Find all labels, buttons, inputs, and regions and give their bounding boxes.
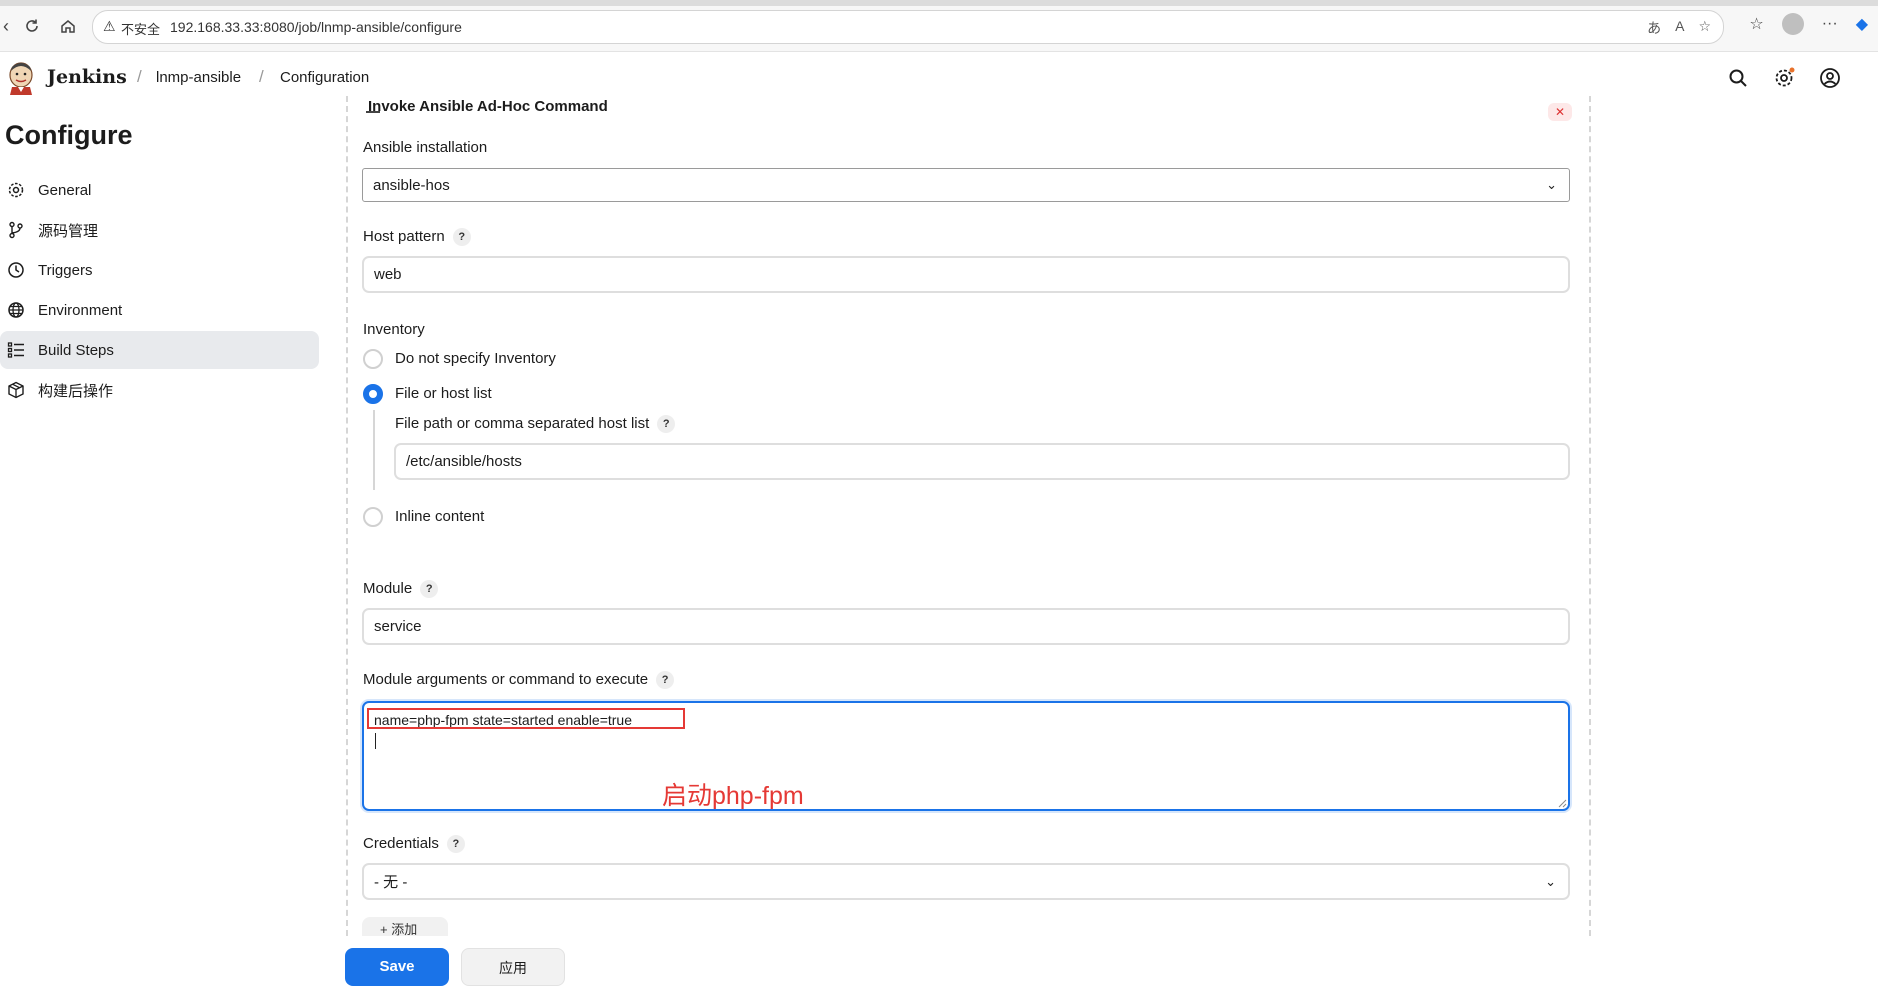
address-bar[interactable]: ⚠ 不安全 192.168.33.33:8080/job/lnmp-ansibl… bbox=[92, 10, 1724, 44]
sidebar-item-general[interactable]: General bbox=[0, 171, 319, 209]
home-icon[interactable] bbox=[56, 14, 80, 38]
page-title: Configure bbox=[5, 120, 133, 150]
save-button[interactable]: Save bbox=[345, 948, 449, 986]
host-pattern-label-text: Host pattern bbox=[363, 228, 445, 245]
ansible-installation-select[interactable]: ansible-hos ⌄ bbox=[362, 168, 1570, 202]
credentials-select[interactable]: - 无 - ⌄ bbox=[362, 863, 1570, 900]
host-pattern-label: Host pattern? bbox=[363, 228, 471, 247]
help-icon[interactable]: ? bbox=[657, 415, 676, 434]
favorites-icon[interactable]: ☆ bbox=[1749, 14, 1763, 34]
inventory-radio-none[interactable] bbox=[363, 349, 383, 369]
gear-icon bbox=[6, 180, 26, 200]
manage-gear-icon[interactable] bbox=[1772, 66, 1796, 90]
browser-toolbar: ‹ ⚠ 不安全 192.168.33.33:8080/job/lnmp-ansi… bbox=[0, 0, 1878, 52]
help-icon[interactable]: ? bbox=[420, 580, 439, 599]
search-icon[interactable] bbox=[1726, 66, 1750, 90]
breadcrumb-separator: / bbox=[259, 67, 264, 86]
breadcrumb-separator: / bbox=[137, 67, 142, 86]
module-args-label-text: Module arguments or command to execute bbox=[363, 671, 649, 688]
copilot-icon[interactable]: ◆ bbox=[1856, 14, 1868, 34]
jenkins-brand[interactable]: Jenkins bbox=[47, 66, 127, 88]
module-label-text: Module bbox=[363, 580, 413, 597]
sidebar-item-post-build[interactable]: 构建后操作 bbox=[0, 371, 319, 409]
file-path-label: File path or comma separated host list? bbox=[395, 415, 676, 434]
text-caret bbox=[375, 733, 376, 749]
chevron-down-icon: ⌄ bbox=[1546, 177, 1557, 192]
read-aloud-icon[interactable]: A bbox=[1675, 18, 1684, 38]
sidebar-item-source-control[interactable]: 源码管理 bbox=[0, 211, 319, 249]
module-args-label: Module arguments or command to execute? bbox=[363, 671, 675, 690]
sidebar-item-label: Triggers bbox=[38, 261, 93, 279]
sidebar-item-environment[interactable]: Environment bbox=[0, 291, 319, 329]
sidebar-item-build-steps[interactable]: Build Steps bbox=[0, 331, 319, 369]
delete-step-icon[interactable]: ✕ bbox=[1548, 103, 1572, 121]
help-icon[interactable]: ? bbox=[446, 835, 465, 854]
nested-indent-line bbox=[373, 410, 375, 490]
profile-avatar[interactable] bbox=[1781, 13, 1804, 35]
jenkins-logo-icon[interactable] bbox=[6, 61, 36, 95]
inventory-option-inline[interactable]: Inline content bbox=[395, 508, 484, 525]
apply-button[interactable]: 应用 bbox=[461, 948, 565, 986]
annotation-text: 启动php-fpm bbox=[662, 782, 804, 810]
add-button-label: 添加 bbox=[391, 922, 418, 937]
file-path-label-text: File path or comma separated host list bbox=[395, 415, 650, 432]
file-path-input[interactable]: /etc/ansible/hosts bbox=[394, 443, 1570, 480]
help-icon[interactable]: ? bbox=[452, 228, 471, 247]
inventory-radio-inline[interactable] bbox=[363, 507, 383, 527]
inventory-option-file[interactable]: File or host list bbox=[395, 385, 492, 402]
sidebar-item-triggers[interactable]: Triggers bbox=[0, 251, 319, 289]
branch-icon bbox=[6, 220, 26, 240]
credentials-value: - 无 - bbox=[374, 874, 408, 891]
clock-icon bbox=[6, 260, 26, 280]
sidebar-item-label: 源码管理 bbox=[38, 222, 99, 240]
more-menu-icon[interactable]: ··· bbox=[1822, 15, 1838, 33]
help-icon[interactable]: ? bbox=[656, 671, 675, 690]
resize-grip-icon[interactable] bbox=[1557, 798, 1567, 808]
list-icon bbox=[6, 340, 26, 360]
sidebar-item-label: Environment bbox=[38, 301, 123, 319]
inventory-label: Inventory bbox=[363, 321, 425, 338]
module-value: service bbox=[374, 618, 422, 635]
module-label: Module? bbox=[363, 580, 439, 599]
reload-icon[interactable] bbox=[20, 14, 44, 38]
credentials-label-text: Credentials bbox=[363, 835, 439, 852]
host-pattern-value: web bbox=[374, 266, 402, 283]
annotation-highlight-box bbox=[367, 708, 685, 729]
host-pattern-input[interactable]: web bbox=[362, 256, 1570, 293]
ansible-installation-value: ansible-hos bbox=[373, 176, 450, 194]
package-icon bbox=[6, 380, 26, 400]
back-icon[interactable]: ‹ bbox=[0, 14, 18, 38]
tab-strip bbox=[0, 0, 1878, 6]
translate-icon[interactable]: あ bbox=[1647, 18, 1661, 38]
warning-icon: ⚠ bbox=[103, 18, 116, 34]
security-label: 不安全 bbox=[121, 22, 161, 37]
breadcrumb-job[interactable]: lnmp-ansible bbox=[156, 69, 241, 86]
credentials-label: Credentials? bbox=[363, 835, 465, 854]
breadcrumb-configuration[interactable]: Configuration bbox=[280, 69, 369, 86]
globe-icon bbox=[6, 300, 26, 320]
sidebar-item-label: General bbox=[38, 181, 92, 199]
url-text: 192.168.33.33:8080/job/lnmp-ansible/conf… bbox=[170, 19, 462, 35]
inventory-radio-file[interactable] bbox=[363, 384, 383, 404]
module-input[interactable]: service bbox=[362, 608, 1570, 645]
chevron-down-icon: ⌄ bbox=[1545, 873, 1556, 889]
favorite-star-icon[interactable]: ☆ bbox=[1698, 18, 1711, 38]
plus-icon: + bbox=[380, 922, 392, 937]
sidebar-item-label: 构建后操作 bbox=[38, 382, 114, 400]
inventory-option-none[interactable]: Do not specify Inventory bbox=[395, 350, 556, 367]
section-title: Invoke Ansible Ad-Hoc Command bbox=[368, 98, 608, 115]
ansible-installation-label: Ansible installation bbox=[363, 139, 488, 156]
sidebar-item-label: Build Steps bbox=[38, 341, 114, 359]
file-path-value: /etc/ansible/hosts bbox=[406, 453, 522, 470]
user-account-icon[interactable] bbox=[1818, 66, 1842, 90]
bottom-action-bar bbox=[0, 936, 1878, 998]
